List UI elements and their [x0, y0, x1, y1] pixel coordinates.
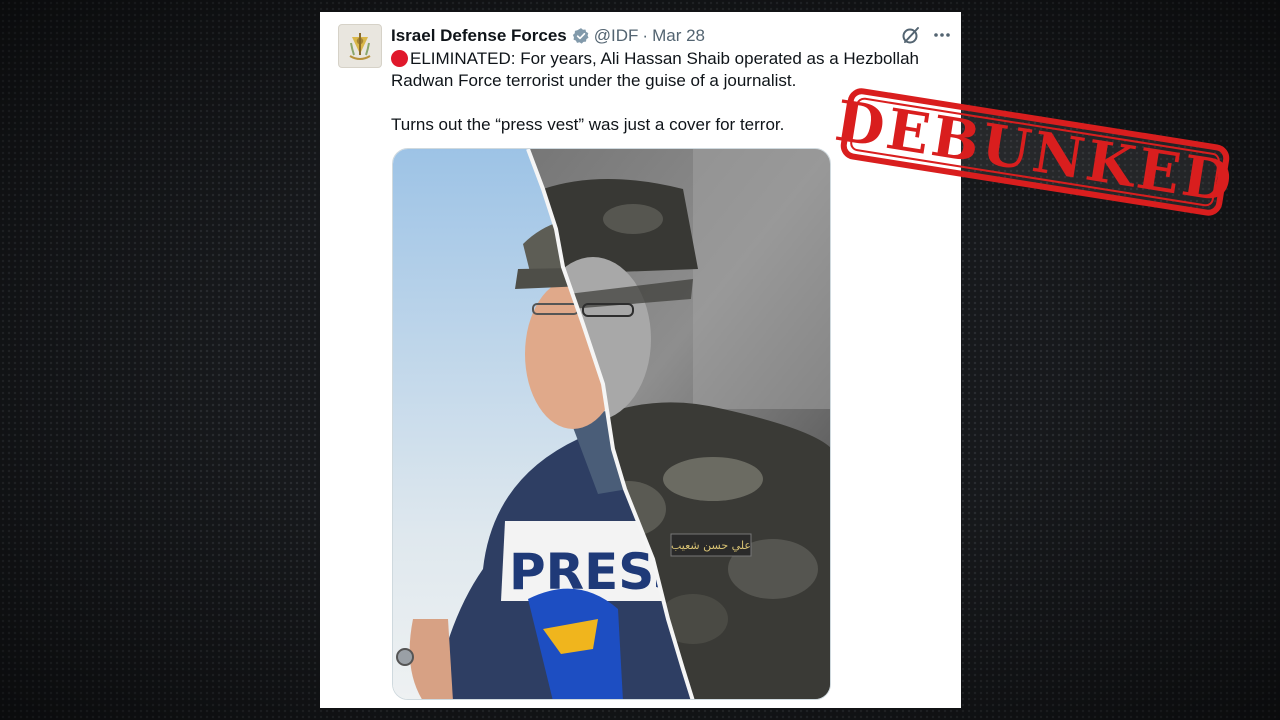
tweet-text-line-1: ELIMINATED: For years, Ali Hassan Shaib …	[391, 49, 919, 90]
tweet-header: Israel Defense Forces @IDF · Mar 28	[391, 24, 705, 48]
author-name[interactable]: Israel Defense Forces	[391, 26, 567, 46]
header-actions	[901, 25, 951, 50]
grok-icon[interactable]	[901, 25, 921, 50]
more-options-icon[interactable]	[933, 26, 951, 49]
tweet-date[interactable]: Mar 28	[652, 26, 705, 46]
verified-badge-icon[interactable]	[572, 27, 590, 45]
red-circle-icon	[391, 50, 408, 67]
header-separator: ·	[642, 26, 649, 45]
tweet-text-paragraph-1: ELIMINATED: For years, Ali Hassan Shaib …	[391, 48, 931, 92]
idf-emblem-icon	[349, 33, 371, 60]
author-handle[interactable]: @IDF	[594, 26, 639, 46]
split-portrait-image: PRESS علي حسن شعيب	[393, 149, 830, 699]
name-patch-text: علي حسن شعيب	[671, 539, 751, 552]
author-avatar[interactable]	[338, 24, 382, 68]
tweet-media-image[interactable]: PRESS علي حسن شعيب	[392, 148, 831, 700]
